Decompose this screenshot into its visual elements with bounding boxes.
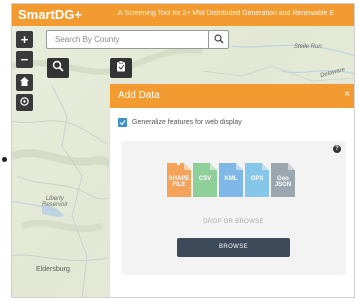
- file-type-geojson: Geo JSON: [271, 163, 295, 197]
- app-header: SmartDG+ A Screening Tool for 2+ MW Dist…: [12, 4, 354, 26]
- file-type-label: CSV: [198, 176, 212, 182]
- file-type-csv: CSV: [193, 163, 217, 197]
- file-type-label: GPX: [250, 176, 264, 182]
- generalize-checkbox[interactable]: [118, 118, 127, 127]
- panel-title: Add Data: [118, 90, 160, 101]
- file-type-label: SHAPE FILE: [168, 176, 190, 188]
- list-bullet: [2, 157, 7, 162]
- home-icon: [19, 75, 30, 90]
- file-type-label: KML: [224, 176, 238, 182]
- generalize-option[interactable]: Generalize features for web display: [118, 118, 242, 127]
- map-label-stelle-run: Stelle Run: [294, 44, 322, 50]
- file-type-label: Geo JSON: [274, 176, 292, 188]
- file-type-kml: KML: [219, 163, 243, 197]
- app-subtitle: A Screening Tool for 2+ MW Distributed G…: [118, 10, 335, 17]
- search-box: [46, 30, 229, 49]
- search-icon: [52, 59, 64, 77]
- close-icon[interactable]: ×: [344, 89, 350, 100]
- help-icon[interactable]: ?: [333, 145, 341, 153]
- add-data-button[interactable]: [110, 58, 132, 78]
- drop-or-browse-text: DROP OR BROWSE: [203, 219, 264, 225]
- locate-button[interactable]: [16, 94, 33, 111]
- map-label-liberty-reservoir: Liberty Reservoir: [42, 196, 68, 208]
- zoom-in-button[interactable]: +: [16, 31, 33, 48]
- browse-button[interactable]: BROWSE: [177, 238, 290, 257]
- search-tool-button[interactable]: [47, 58, 69, 78]
- checkmark-icon: [119, 120, 126, 126]
- locate-icon: [19, 95, 30, 110]
- generalize-label: Generalize features for web display: [132, 119, 242, 126]
- file-type-shapefile: SHAPE FILE: [167, 163, 191, 197]
- app-window: SmartDG+ A Screening Tool for 2+ MW Dist…: [11, 3, 355, 298]
- drop-zone[interactable]: ? SHAPE FILE CSV KML GPX Geo JSON DROP O…: [121, 141, 346, 275]
- panel-header: Add Data ×: [110, 84, 354, 108]
- search-icon: [213, 31, 224, 49]
- search-input[interactable]: [47, 31, 207, 48]
- search-button[interactable]: [208, 31, 228, 48]
- home-button[interactable]: [16, 74, 33, 91]
- file-type-gpx: GPX: [245, 163, 269, 197]
- map-label-eldersburg: Eldersburg: [36, 266, 70, 273]
- app-name: SmartDG+: [18, 7, 82, 22]
- clipboard-icon: [115, 59, 127, 77]
- add-data-panel: Add Data × Generalize features for web d…: [109, 83, 354, 297]
- zoom-out-button[interactable]: −: [16, 51, 33, 68]
